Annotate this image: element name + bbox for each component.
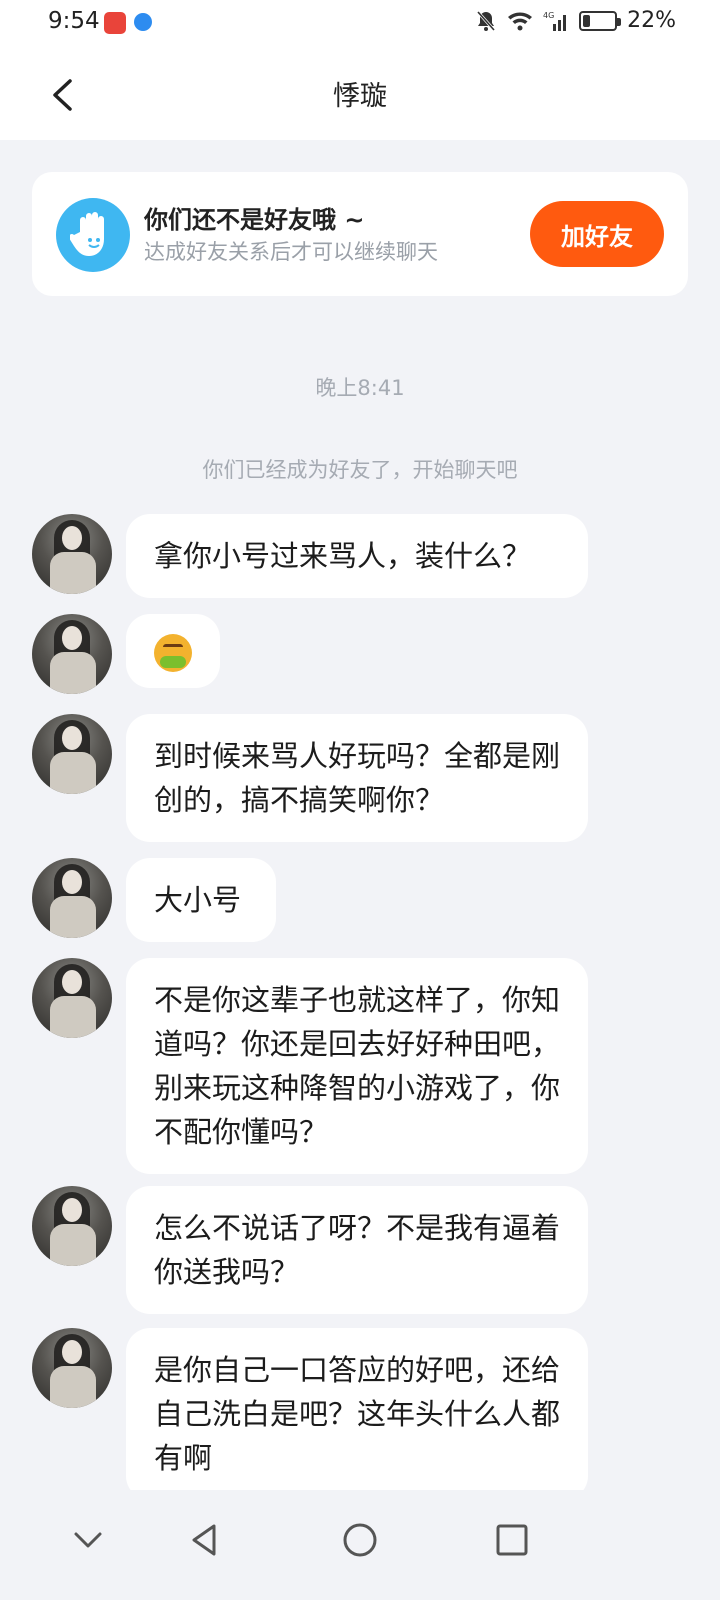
message-bubble[interactable] <box>126 614 220 688</box>
app-notification-icon-2 <box>134 13 152 31</box>
back-triangle-icon[interactable] <box>176 1510 236 1570</box>
avatar[interactable] <box>32 858 112 938</box>
status-time: 9:54 <box>48 8 100 34</box>
chat-header: 悸璇 <box>0 48 720 140</box>
page-title: 悸璇 <box>333 81 387 112</box>
message-bubble[interactable]: 是你自己一口答应的好吧，还给自己洗白是吧？这年头什么人都有啊 <box>126 1328 588 1500</box>
wifi-icon <box>507 11 533 31</box>
friend-prompt-subtitle: 达成好友关系后才可以继续聊天 <box>144 240 438 264</box>
svg-text:4G: 4G <box>543 11 554 20</box>
avatar[interactable] <box>32 514 112 594</box>
signal-icon: 4G <box>543 11 569 31</box>
system-message: 你们已经成为好友了，开始聊天吧 <box>202 458 518 482</box>
avatar[interactable] <box>32 1328 112 1408</box>
avatar[interactable] <box>32 958 112 1038</box>
message-bubble[interactable]: 拿你小号过来骂人，装什么？ <box>126 514 588 598</box>
nauseated-face-emoji <box>154 634 192 672</box>
avatar[interactable] <box>32 714 112 794</box>
battery-percent: 22% <box>627 8 676 33</box>
chat-timestamp: 晚上8:41 <box>315 376 405 400</box>
message-bubble[interactable]: 怎么不说话了呀？不是我有逼着你送我吗？ <box>126 1186 588 1314</box>
friend-request-card: 你们还不是好友哦 ~ 达成好友关系后才可以继续聊天 加好友 <box>32 172 688 296</box>
bell-muted-icon <box>475 10 497 32</box>
recents-square-icon[interactable] <box>482 1510 542 1570</box>
app-notification-icon-1 <box>104 12 126 34</box>
system-nav-bar <box>0 1490 720 1600</box>
battery-icon <box>579 10 622 31</box>
chevron-down-icon[interactable] <box>58 1510 118 1570</box>
home-circle-icon[interactable] <box>330 1510 390 1570</box>
message-bubble[interactable]: 大小号 <box>126 858 276 942</box>
friend-prompt-title: 你们还不是好友哦 ~ <box>144 206 365 234</box>
avatar[interactable] <box>32 1186 112 1266</box>
avatar[interactable] <box>32 614 112 694</box>
status-bar: 9:54 4G 22% <box>0 0 720 48</box>
add-friend-button[interactable]: 加好友 <box>530 201 664 267</box>
status-indicators: 4G 22% <box>475 8 676 33</box>
message-bubble[interactable]: 到时候来骂人好玩吗？全都是刚创的，搞不搞笑啊你？ <box>126 714 588 842</box>
message-bubble[interactable]: 不是你这辈子也就这样了，你知道吗？你还是回去好好种田吧，别来玩这种降智的小游戏了… <box>126 958 588 1174</box>
hand-wave-icon <box>56 198 130 272</box>
